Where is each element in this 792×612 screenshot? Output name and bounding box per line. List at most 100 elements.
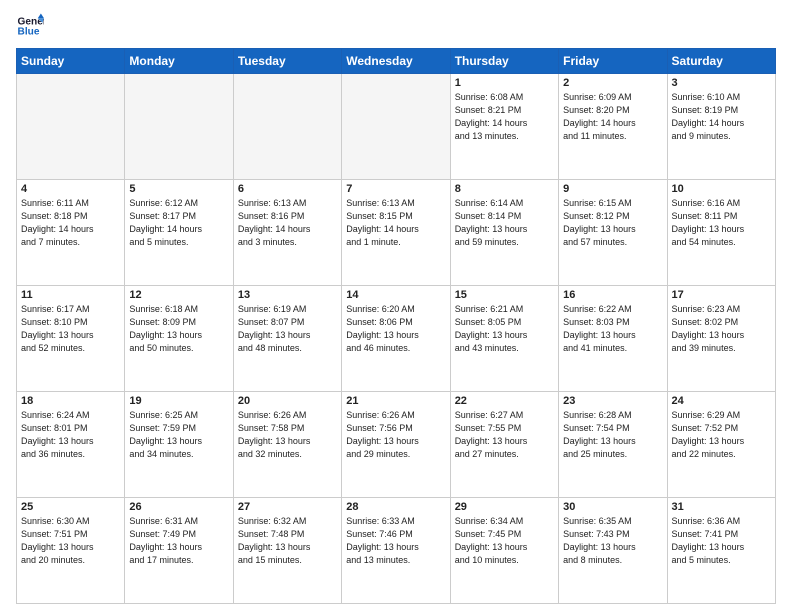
day-number: 16 [563,289,662,301]
day-info: Sunrise: 6:27 AMSunset: 7:55 PMDaylight:… [455,409,554,461]
day-info: Sunrise: 6:29 AMSunset: 7:52 PMDaylight:… [672,409,771,461]
day-info: Sunrise: 6:08 AMSunset: 8:21 PMDaylight:… [455,91,554,143]
calendar-day-11: 11 Sunrise: 6:17 AMSunset: 8:10 PMDayligh… [17,286,125,392]
day-number: 14 [346,289,445,301]
calendar-day-2: 2 Sunrise: 6:09 AMSunset: 8:20 PMDaylight… [559,74,667,180]
calendar-day-20: 20 Sunrise: 6:26 AMSunset: 7:58 PMDayligh… [233,392,341,498]
calendar-day-6: 6 Sunrise: 6:13 AMSunset: 8:16 PMDaylight… [233,180,341,286]
day-number: 25 [21,501,120,513]
day-number: 31 [672,501,771,513]
day-info: Sunrise: 6:26 AMSunset: 7:58 PMDaylight:… [238,409,337,461]
day-info: Sunrise: 6:22 AMSunset: 8:03 PMDaylight:… [563,303,662,355]
calendar-day-21: 21 Sunrise: 6:26 AMSunset: 7:56 PMDayligh… [342,392,450,498]
day-number: 2 [563,77,662,89]
calendar-week-1: 1Sunrise: 6:08 AMSunset: 8:21 PMDaylight… [17,74,776,180]
day-info: Sunrise: 6:31 AMSunset: 7:49 PMDaylight:… [129,515,228,567]
day-number: 22 [455,395,554,407]
day-number: 17 [672,289,771,301]
day-info: Sunrise: 6:20 AMSunset: 8:06 PMDaylight:… [346,303,445,355]
day-info: Sunrise: 6:28 AMSunset: 7:54 PMDaylight:… [563,409,662,461]
day-number: 7 [346,183,445,195]
weekday-header-tuesday: Tuesday [233,49,341,74]
calendar-week-2: 4Sunrise: 6:11 AMSunset: 8:18 PMDaylight… [17,180,776,286]
day-number: 11 [21,289,120,301]
day-number: 15 [455,289,554,301]
day-number: 10 [672,183,771,195]
calendar-empty-cell [342,74,450,180]
day-info: Sunrise: 6:30 AMSunset: 7:51 PMDaylight:… [21,515,120,567]
day-number: 6 [238,183,337,195]
calendar-empty-cell [125,74,233,180]
calendar-day-25: 25 Sunrise: 6:30 AMSunset: 7:51 PMDayligh… [17,498,125,604]
day-info: Sunrise: 6:34 AMSunset: 7:45 PMDaylight:… [455,515,554,567]
day-info: Sunrise: 6:35 AMSunset: 7:43 PMDaylight:… [563,515,662,567]
day-info: Sunrise: 6:33 AMSunset: 7:46 PMDaylight:… [346,515,445,567]
calendar-day-23: 23 Sunrise: 6:28 AMSunset: 7:54 PMDayligh… [559,392,667,498]
logo: General Blue [16,12,44,40]
calendar-day-28: 28 Sunrise: 6:33 AMSunset: 7:46 PMDayligh… [342,498,450,604]
svg-text:Blue: Blue [18,27,40,38]
calendar-day-18: 18 Sunrise: 6:24 AMSunset: 8:01 PMDayligh… [17,392,125,498]
weekday-header-wednesday: Wednesday [342,49,450,74]
weekday-header-saturday: Saturday [667,49,775,74]
day-info: Sunrise: 6:23 AMSunset: 8:02 PMDaylight:… [672,303,771,355]
calendar-day-27: 27Sunrise: 6:32 AMSunset: 7:48 PMDayligh… [233,498,341,604]
day-info: Sunrise: 6:26 AMSunset: 7:56 PMDaylight:… [346,409,445,461]
calendar-day-17: 17 Sunrise: 6:23 AMSunset: 8:02 PMDayligh… [667,286,775,392]
day-info: Sunrise: 6:15 AMSunset: 8:12 PMDaylight:… [563,197,662,249]
calendar-table: SundayMondayTuesdayWednesdayThursdayFrid… [16,48,776,604]
day-info: Sunrise: 6:13 AMSunset: 8:15 PMDaylight:… [346,197,445,249]
calendar-day-16: 16 Sunrise: 6:22 AMSunset: 8:03 PMDayligh… [559,286,667,392]
page: General Blue SundayMondayTuesdayWednesda… [0,0,792,612]
weekday-header-thursday: Thursday [450,49,558,74]
calendar-day-31: 31Sunrise: 6:36 AMSunset: 7:41 PMDayligh… [667,498,775,604]
day-info: Sunrise: 6:25 AMSunset: 7:59 PMDaylight:… [129,409,228,461]
day-info: Sunrise: 6:21 AMSunset: 8:05 PMDaylight:… [455,303,554,355]
day-number: 20 [238,395,337,407]
day-number: 18 [21,395,120,407]
day-number: 19 [129,395,228,407]
calendar-day-19: 19 Sunrise: 6:25 AMSunset: 7:59 PMDayligh… [125,392,233,498]
calendar-day-12: 12 Sunrise: 6:18 AMSunset: 8:09 PMDayligh… [125,286,233,392]
day-number: 9 [563,183,662,195]
day-number: 8 [455,183,554,195]
calendar-day-5: 5 Sunrise: 6:12 AMSunset: 8:17 PMDaylight… [125,180,233,286]
day-info: Sunrise: 6:24 AMSunset: 8:01 PMDaylight:… [21,409,120,461]
day-info: Sunrise: 6:10 AMSunset: 8:19 PMDaylight:… [672,91,771,143]
calendar-day-1: 1Sunrise: 6:08 AMSunset: 8:21 PMDaylight… [450,74,558,180]
calendar-day-29: 29Sunrise: 6:34 AMSunset: 7:45 PMDayligh… [450,498,558,604]
calendar-day-30: 30 Sunrise: 6:35 AMSunset: 7:43 PMDayligh… [559,498,667,604]
calendar-week-4: 18 Sunrise: 6:24 AMSunset: 8:01 PMDayligh… [17,392,776,498]
calendar-day-10: 10Sunrise: 6:16 AMSunset: 8:11 PMDayligh… [667,180,775,286]
day-number: 5 [129,183,228,195]
calendar-empty-cell [17,74,125,180]
weekday-header-sunday: Sunday [17,49,125,74]
calendar-day-3: 3Sunrise: 6:10 AMSunset: 8:19 PMDaylight… [667,74,775,180]
weekday-header-row: SundayMondayTuesdayWednesdayThursdayFrid… [17,49,776,74]
day-number: 27 [238,501,337,513]
day-number: 30 [563,501,662,513]
day-number: 23 [563,395,662,407]
day-info: Sunrise: 6:18 AMSunset: 8:09 PMDaylight:… [129,303,228,355]
calendar-day-22: 22 Sunrise: 6:27 AMSunset: 7:55 PMDayligh… [450,392,558,498]
day-info: Sunrise: 6:13 AMSunset: 8:16 PMDaylight:… [238,197,337,249]
day-info: Sunrise: 6:12 AMSunset: 8:17 PMDaylight:… [129,197,228,249]
day-number: 12 [129,289,228,301]
generalblue-logo-icon: General Blue [16,12,44,40]
day-number: 21 [346,395,445,407]
day-number: 28 [346,501,445,513]
calendar-day-8: 8 Sunrise: 6:14 AMSunset: 8:14 PMDaylight… [450,180,558,286]
day-info: Sunrise: 6:17 AMSunset: 8:10 PMDaylight:… [21,303,120,355]
calendar-day-4: 4Sunrise: 6:11 AMSunset: 8:18 PMDaylight… [17,180,125,286]
day-number: 13 [238,289,337,301]
day-info: Sunrise: 6:14 AMSunset: 8:14 PMDaylight:… [455,197,554,249]
day-number: 26 [129,501,228,513]
calendar-day-26: 26 Sunrise: 6:31 AMSunset: 7:49 PMDayligh… [125,498,233,604]
header: General Blue [16,12,776,40]
calendar-day-7: 7 Sunrise: 6:13 AMSunset: 8:15 PMDaylight… [342,180,450,286]
calendar-day-9: 9 Sunrise: 6:15 AMSunset: 8:12 PMDaylight… [559,180,667,286]
day-number: 24 [672,395,771,407]
day-info: Sunrise: 6:11 AMSunset: 8:18 PMDaylight:… [21,197,120,249]
calendar-day-13: 13Sunrise: 6:19 AMSunset: 8:07 PMDayligh… [233,286,341,392]
day-info: Sunrise: 6:09 AMSunset: 8:20 PMDaylight:… [563,91,662,143]
